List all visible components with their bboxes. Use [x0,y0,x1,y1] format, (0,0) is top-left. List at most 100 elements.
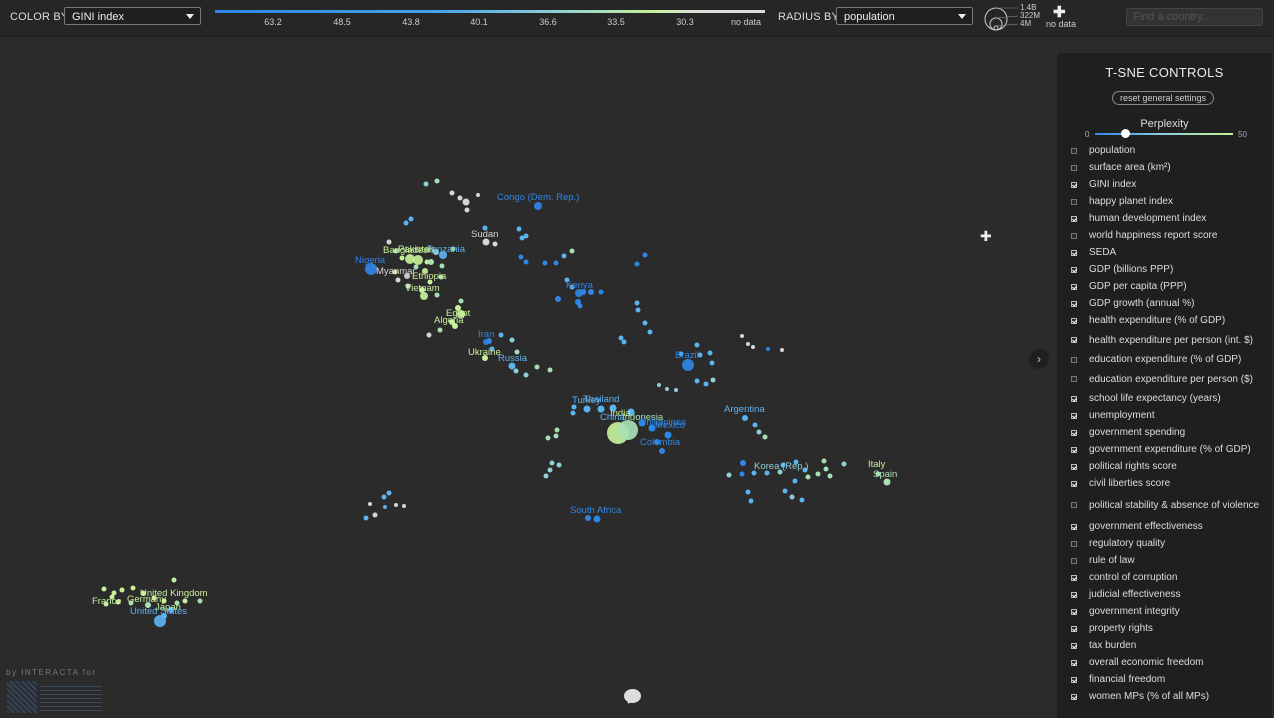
feature-checkbox-row[interactable]: property rights [1057,620,1272,637]
country-dot[interactable] [383,505,387,509]
country-dot[interactable] [780,348,784,352]
checkbox-checked-icon[interactable] [1071,395,1077,402]
country-dot[interactable] [130,585,136,591]
radius-by-select[interactable]: population [836,7,973,25]
country-dot[interactable] [618,420,638,440]
feature-checkbox-row[interactable]: tax burden [1057,637,1272,654]
checkbox-unchecked-icon[interactable] [1071,147,1077,154]
country-dot[interactable] [792,478,798,484]
country-dot[interactable] [740,334,744,338]
country-dot[interactable] [659,448,665,454]
country-dot[interactable] [642,320,648,326]
country-dot[interactable] [553,260,559,266]
country-dot[interactable] [823,466,829,472]
feature-checkbox-row[interactable]: GDP (billions PPP) [1057,261,1272,278]
country-label[interactable]: Argentina [724,404,765,415]
country-dot[interactable] [593,515,601,523]
feature-checkbox-row[interactable]: government effectiveness [1057,518,1272,535]
color-by-select[interactable]: GINI index [64,7,201,25]
country-label[interactable]: Russia [498,353,528,364]
country-dot[interactable] [457,195,463,201]
feature-checkbox-row[interactable]: rule of law [1057,552,1272,569]
checkbox-unchecked-icon[interactable] [1071,557,1077,564]
feature-checkbox-row[interactable]: surface area (km²) [1057,159,1272,176]
checkbox-checked-icon[interactable] [1071,266,1077,273]
country-label[interactable]: Myanmar [376,266,416,277]
feature-checkbox-row[interactable]: judicial effectiveness [1057,586,1272,603]
country-dot[interactable] [449,190,455,196]
perplexity-slider-handle[interactable] [1120,129,1130,138]
chat-icon[interactable] [624,689,641,703]
country-dot[interactable] [182,598,188,604]
country-dot[interactable] [363,515,369,521]
country-dot[interactable] [394,503,398,507]
feature-checkbox-row[interactable]: education expenditure per person ($) [1057,368,1272,390]
perplexity-slider-track[interactable] [1095,133,1233,135]
checkbox-checked-icon[interactable] [1071,412,1077,419]
checkbox-checked-icon[interactable] [1071,337,1077,343]
reset-settings-button[interactable]: reset general settings [1112,91,1214,105]
checkbox-checked-icon[interactable] [1071,300,1077,307]
country-dot[interactable] [827,473,833,479]
country-label[interactable]: Ukraine [468,347,501,358]
checkbox-checked-icon[interactable] [1071,283,1077,290]
country-dot[interactable] [799,497,805,503]
feature-checkbox-row[interactable]: school life expectancy (years) [1057,390,1272,407]
country-label[interactable]: Sudan [471,229,498,240]
country-dot[interactable] [762,434,768,440]
checkbox-checked-icon[interactable] [1071,659,1077,666]
country-dot[interactable] [402,504,406,508]
country-dot[interactable] [752,422,758,428]
country-label[interactable]: France [92,596,122,607]
country-dot[interactable] [570,410,576,416]
country-dot[interactable] [789,494,795,500]
country-dot[interactable] [534,364,540,370]
country-dot[interactable] [766,347,770,351]
feature-checkbox-row[interactable]: women MPs (% of all MPs) [1057,688,1272,705]
country-dot[interactable] [434,178,440,184]
country-dot[interactable] [555,296,561,302]
feature-checkbox-row[interactable]: political rights score [1057,458,1272,475]
country-dot[interactable] [554,427,560,433]
country-dot[interactable] [549,460,555,466]
feature-checkbox-row[interactable]: government integrity [1057,603,1272,620]
feature-checkbox-row[interactable]: civil liberties score [1057,475,1272,492]
checkbox-unchecked-icon[interactable] [1071,198,1077,205]
feature-checkbox-row[interactable]: financial freedom [1057,671,1272,688]
country-dot[interactable] [197,598,203,604]
country-label[interactable]: Korea (Rep.) [754,461,808,472]
checkbox-unchecked-icon[interactable] [1071,164,1077,171]
checkbox-checked-icon[interactable] [1071,523,1077,530]
checkbox-checked-icon[interactable] [1071,480,1077,487]
country-label[interactable]: Brazil [675,350,699,361]
country-dot[interactable] [815,471,821,477]
country-dot[interactable] [547,467,553,473]
country-dot[interactable] [523,259,529,265]
checkbox-unchecked-icon[interactable] [1071,376,1077,382]
country-dot[interactable] [694,342,700,348]
country-dot[interactable] [782,488,788,494]
feature-checkbox-row[interactable]: GDP growth (annual %) [1057,295,1272,312]
feature-checkbox-row[interactable]: government expenditure (% of GDP) [1057,441,1272,458]
country-dot[interactable] [665,387,669,391]
feature-checkbox-row[interactable]: unemployment [1057,407,1272,424]
country-dot[interactable] [756,429,762,435]
feature-checkbox-row[interactable]: health expenditure (% of GDP) [1057,312,1272,329]
checkbox-checked-icon[interactable] [1071,625,1077,632]
country-dot[interactable] [386,239,392,245]
country-dot[interactable] [642,252,648,258]
country-label[interactable]: Ethiopia [412,271,447,282]
country-dot[interactable] [821,458,827,464]
country-dot[interactable] [805,474,811,480]
country-dot[interactable] [634,300,640,306]
country-label[interactable]: Congo (Dem. Rep.) [497,192,579,203]
country-dot[interactable] [386,490,392,496]
country-dot[interactable] [745,489,751,495]
country-dot[interactable] [368,502,372,506]
country-dot[interactable] [381,494,387,500]
country-dot[interactable] [423,181,429,187]
checkbox-checked-icon[interactable] [1071,608,1077,615]
country-dot[interactable] [569,248,575,254]
checkbox-checked-icon[interactable] [1071,574,1077,581]
country-label[interactable]: China [600,412,626,423]
